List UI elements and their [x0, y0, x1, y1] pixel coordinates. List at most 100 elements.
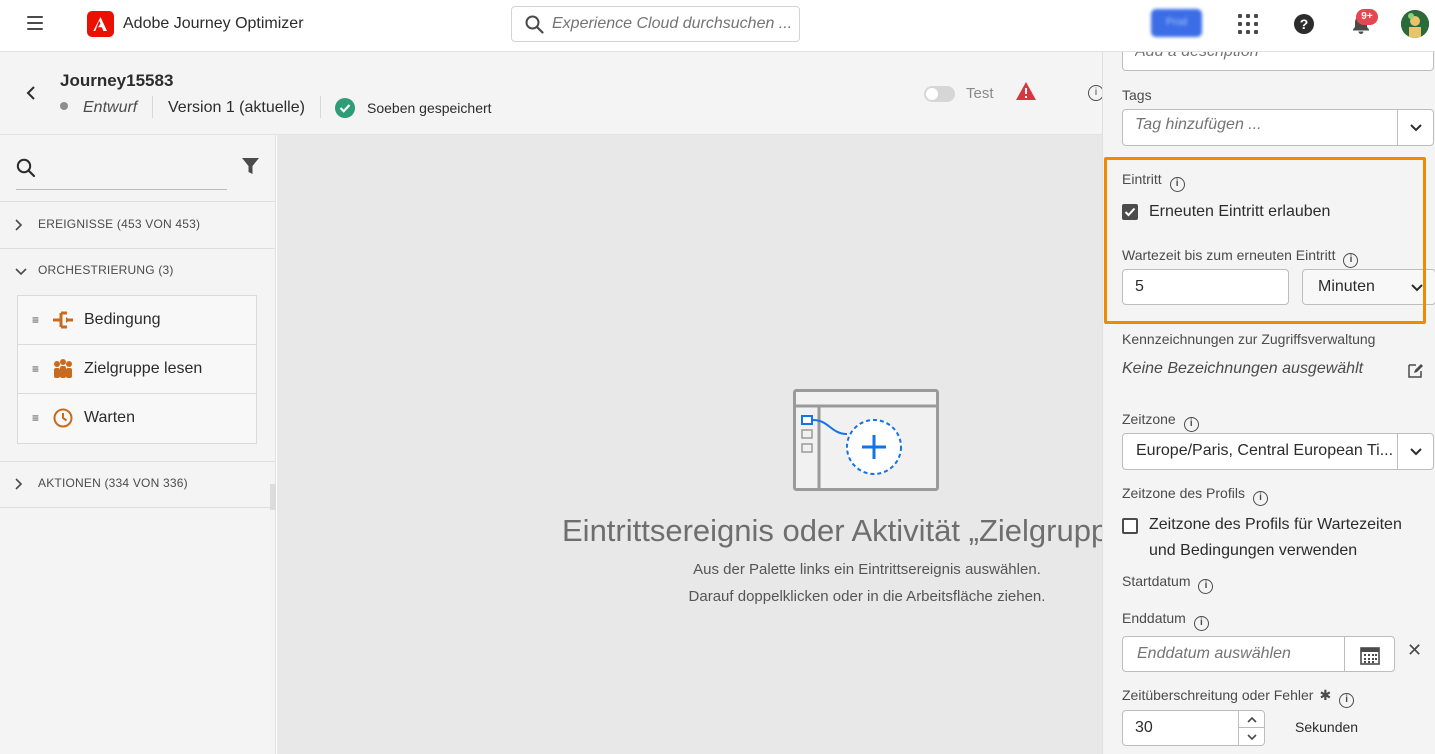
chevron-down-icon [14, 264, 28, 282]
timezone-label-text: Zeitzone [1122, 411, 1176, 427]
notifications-badge: 9+ [1356, 9, 1378, 25]
chevron-right-icon [14, 218, 24, 237]
clock-icon [52, 407, 74, 429]
condition-icon [52, 309, 74, 331]
timeout-unit: Sekunden [1295, 719, 1359, 735]
tags-label: Tags [1122, 87, 1152, 103]
end-date-label-text: Enddatum [1122, 610, 1186, 626]
section-actions[interactable]: AKTIONEN (334 VON 336) [0, 462, 276, 506]
test-mode-label: Test [966, 85, 994, 102]
access-labels-value: Keine Bezeichnungen ausgewählt [1122, 360, 1364, 377]
back-chevron-icon[interactable] [25, 85, 37, 106]
test-mode-toggle[interactable] [924, 86, 955, 102]
timezone-label: Zeitzone i [1122, 411, 1199, 432]
profile-timezone-checkbox-label[interactable]: und Bedingungen verwenden [1149, 542, 1357, 560]
palette-item-label: Bedingung [84, 311, 161, 328]
help-icon[interactable]: ? [1294, 14, 1314, 34]
start-date-label-text: Startdatum [1122, 573, 1191, 589]
journey-canvas[interactable]: Eintrittsereignis oder Aktivität „Zielgr… [277, 135, 1102, 754]
journey-version[interactable]: Version 1 (aktuelle) [168, 99, 305, 117]
warning-icon[interactable] [1015, 81, 1037, 106]
section-label: EREIGNISSE (453 VON 453) [38, 217, 201, 231]
palette-item-wait[interactable]: ≡ Warten [18, 394, 256, 443]
org-switcher[interactable]: Prod [1151, 9, 1202, 37]
drag-handle-icon[interactable]: ≡ [32, 411, 39, 425]
top-bar: Adobe Journey Optimizer Prod ? 9+ [0, 0, 1435, 52]
palette-item-label: Zielgruppe lesen [84, 360, 203, 377]
timeout-label: Zeitüberschreitung oder Fehler ✱ i [1122, 687, 1355, 708]
search-icon [525, 15, 544, 39]
access-labels-label: Kennzeichnungen zur Zugriffsverwaltung [1122, 331, 1376, 347]
edit-icon[interactable] [1407, 362, 1424, 384]
drag-handle-icon[interactable]: ≡ [32, 362, 39, 376]
empty-canvas-hint: Aus der Palette links ein Eintrittsereig… [693, 561, 1041, 578]
clear-icon[interactable]: ✕ [1407, 640, 1422, 661]
palette-item-label: Warten [84, 409, 135, 426]
section-label: AKTIONEN (334 VON 336) [38, 476, 188, 490]
saved-status: Soeben gespeichert [367, 100, 492, 116]
timezone-value: Europe/Paris, Central European Ti... [1136, 442, 1394, 459]
user-avatar[interactable] [1401, 10, 1429, 38]
info-icon[interactable]: i [1252, 491, 1268, 506]
timeout-field[interactable] [1122, 710, 1265, 746]
global-search[interactable] [511, 6, 800, 42]
filter-icon[interactable] [241, 157, 260, 181]
end-date-input[interactable] [1137, 645, 1337, 663]
search-icon [16, 158, 36, 183]
divider [152, 96, 153, 118]
calendar-icon[interactable] [1344, 637, 1394, 671]
timeout-input[interactable] [1135, 719, 1235, 737]
section-label: ORCHESTRIERUNG (3) [38, 263, 174, 277]
divider [0, 201, 276, 202]
info-icon[interactable]: i [1198, 579, 1214, 594]
stepper-down-icon[interactable] [1239, 728, 1264, 745]
journey-name[interactable]: Journey15583 [60, 71, 173, 91]
section-orchestration[interactable]: ORCHESTRIERUNG (3) [0, 249, 276, 293]
required-asterisk: ✱ [1319, 687, 1332, 703]
activity-palette: EREIGNISSE (453 VON 453) ORCHESTRIERUNG … [0, 135, 276, 754]
audience-icon [52, 358, 74, 380]
profile-timezone-checkbox-label[interactable]: Zeitzone des Profils für Wartezeiten [1149, 516, 1402, 534]
info-icon[interactable]: i [1339, 693, 1355, 708]
tags-input[interactable] [1135, 116, 1385, 134]
orchestration-list: ≡ Bedingung ≡ Zielgruppe lesen ≡ Warten [17, 295, 257, 444]
description-field[interactable] [1122, 52, 1434, 71]
palette-search[interactable] [16, 155, 227, 190]
search-input[interactable] [552, 13, 792, 35]
stepper-up-icon[interactable] [1239, 711, 1264, 728]
checkmark-circle-icon [335, 98, 355, 118]
drag-handle-icon[interactable]: ≡ [32, 313, 39, 327]
apps-grid-icon[interactable] [1238, 14, 1258, 34]
empty-canvas-illustration [793, 389, 939, 496]
journey-header: Journey15583 Entwurf Version 1 (aktuelle… [0, 52, 1104, 135]
chevron-down-icon[interactable] [1397, 110, 1433, 145]
profile-timezone-checkbox[interactable] [1122, 518, 1138, 534]
description-input[interactable] [1135, 52, 1415, 61]
tags-combobox[interactable] [1122, 109, 1434, 146]
timezone-select[interactable]: Europe/Paris, Central European Ti... [1122, 433, 1434, 470]
end-date-label: Enddatum i [1122, 610, 1209, 631]
status-dot-icon [60, 102, 68, 110]
profile-timezone-label: Zeitzone des Profils i [1122, 485, 1268, 506]
timeout-label-text: Zeitüberschreitung oder Fehler [1122, 687, 1314, 703]
start-date-label: Startdatum i [1122, 573, 1214, 594]
info-icon[interactable]: i [1193, 616, 1209, 631]
journey-status: Entwurf [83, 99, 138, 116]
chevron-down-icon[interactable] [1397, 434, 1433, 469]
empty-canvas-hint: Darauf doppelklicken oder in die Arbeits… [688, 588, 1046, 605]
divider [0, 507, 276, 508]
palette-item-condition[interactable]: ≡ Bedingung [18, 296, 256, 345]
profile-timezone-label-text: Zeitzone des Profils [1122, 485, 1245, 501]
timeout-stepper[interactable] [1238, 711, 1264, 745]
divider [320, 96, 321, 118]
entry-settings-highlight [1104, 157, 1426, 324]
section-events[interactable]: EREIGNISSE (453 VON 453) [0, 203, 276, 247]
palette-item-read-audience[interactable]: ≡ Zielgruppe lesen [18, 345, 256, 394]
adobe-logo-icon[interactable] [87, 11, 114, 37]
palette-resize-handle[interactable] [270, 484, 276, 510]
app-title: Adobe Journey Optimizer [123, 15, 304, 32]
empty-canvas-title: Eintrittsereignis oder Aktivität „Zielgr… [562, 513, 1102, 548]
menu-icon[interactable] [27, 16, 43, 30]
info-icon[interactable]: i [1183, 417, 1199, 432]
end-date-field[interactable] [1122, 636, 1395, 672]
